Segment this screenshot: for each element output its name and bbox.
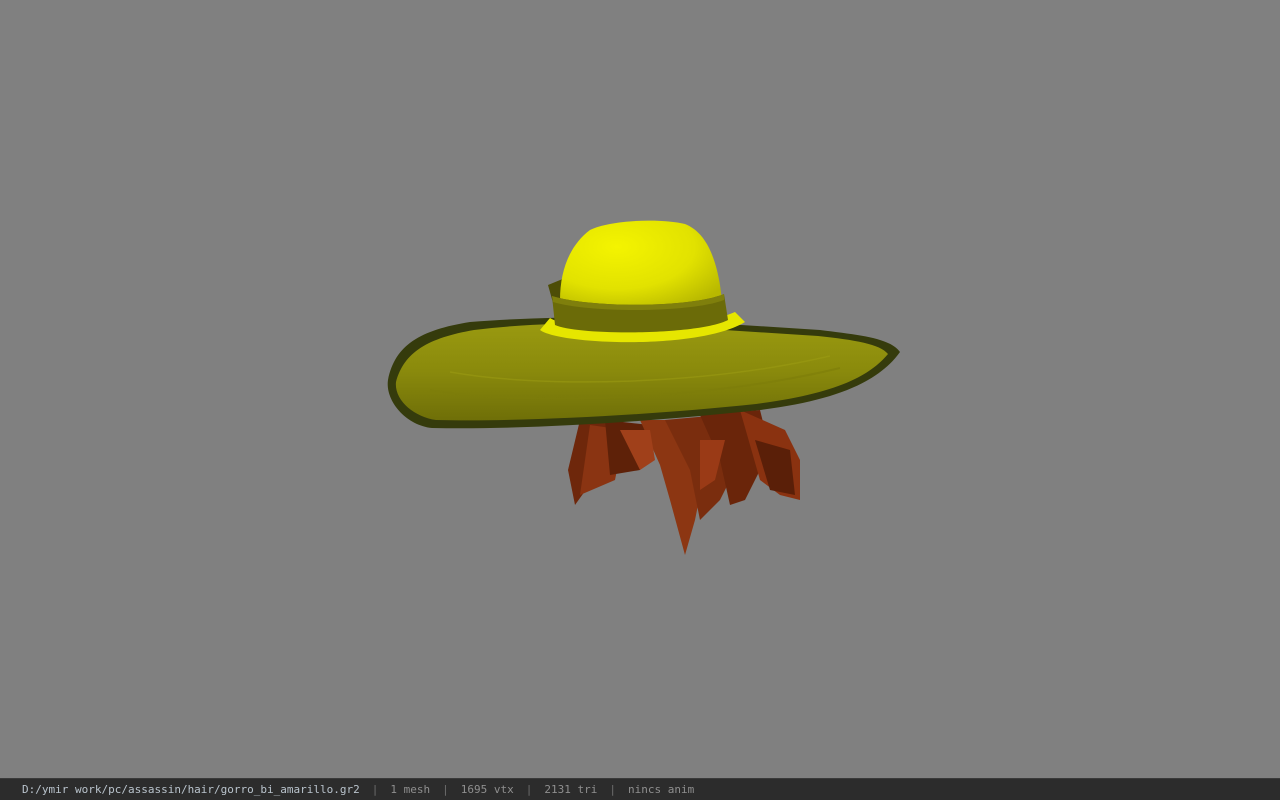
separator: |	[371, 783, 379, 796]
hair-mesh	[568, 410, 800, 555]
file-path-label: D:/ymir work/pc/assassin/hair/gorro_bi_a…	[22, 783, 360, 796]
model-viewport[interactable]	[0, 0, 1280, 778]
vertex-count-label: 1695 vtx	[460, 783, 514, 796]
separator: |	[609, 783, 616, 796]
separator: |	[442, 783, 449, 796]
animation-status-label: nincs anim	[627, 783, 695, 796]
triangle-count-label: 2131 tri	[544, 783, 598, 796]
status-bar: D:/ymir work/pc/assassin/hair/gorro_bi_a…	[0, 778, 1280, 800]
mesh-count-label: 1 mesh	[390, 783, 431, 796]
hat-mesh	[387, 220, 901, 429]
model-render	[387, 220, 901, 555]
separator: |	[525, 783, 533, 796]
